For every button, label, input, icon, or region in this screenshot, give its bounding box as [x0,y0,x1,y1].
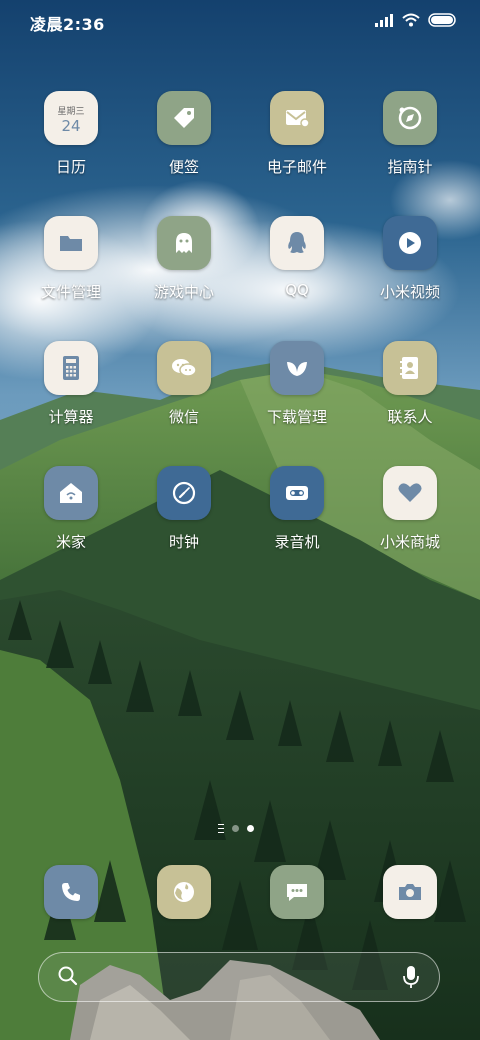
app-mi-store[interactable]: 小米商城 [360,466,460,552]
phone-icon [62,883,80,901]
qq-penguin-icon [288,232,306,253]
microphone-icon[interactable] [401,964,421,990]
ghost-icon [176,233,192,253]
wechat-icon [172,359,197,377]
page-dot-1 [232,825,239,832]
app-label: 便签 [168,158,199,176]
leaf-icon [287,362,307,376]
heart-icon [398,483,422,502]
message-icon [287,884,307,901]
cassette-icon [286,486,308,500]
globe-icon [174,882,194,902]
compass-icon [398,106,422,130]
app-label: 时钟 [168,533,199,551]
app-label: 游戏中心 [153,283,214,301]
app-compass[interactable]: 指南针 [360,91,460,177]
app-game-center[interactable]: 游戏中心 [134,216,234,302]
menu-lines-icon [218,824,224,833]
battery-icon [428,13,456,27]
clock-icon [172,481,196,505]
app-downloads[interactable]: 下载管理 [247,341,347,427]
tag-icon [174,108,194,128]
calendar-date: 24 [61,116,81,135]
app-qq[interactable]: QQ [247,216,347,299]
app-mi-home[interactable]: 米家 [21,466,121,552]
app-label: 日历 [55,158,86,176]
app-mi-video[interactable]: 小米视频 [360,216,460,302]
app-label: QQ [285,281,309,299]
app-wechat[interactable]: 微信 [134,341,234,427]
calculator-icon [63,356,79,380]
status-time: 凌晨2:36 [30,15,105,34]
dock-camera[interactable] [383,865,437,919]
app-label: 电子邮件 [266,158,327,176]
signal-icon [375,14,393,27]
camera-icon [399,884,421,900]
page-indicator[interactable] [218,824,254,833]
app-label: 小米视频 [379,283,440,301]
app-notes[interactable]: 便签 [134,91,234,177]
page-dot-2-active [247,825,254,832]
app-contacts[interactable]: 联系人 [360,341,460,427]
app-email[interactable]: 电子邮件 [247,91,347,177]
calendar-weekday: 星期三 [57,106,85,117]
app-label: 微信 [168,408,199,426]
app-label: 小米商城 [379,533,440,551]
app-recorder[interactable]: 录音机 [247,466,347,552]
folder-icon [60,236,82,251]
status-bar: 凌晨2:36 [0,0,480,44]
mail-icon [286,110,310,128]
contacts-icon [400,357,418,379]
dock-phone[interactable] [44,865,98,919]
app-label: 下载管理 [266,408,327,426]
app-calculator[interactable]: 计算器 [21,341,121,427]
app-label: 米家 [55,533,86,551]
app-clock[interactable]: 时钟 [134,466,234,552]
app-file-manager[interactable]: 文件管理 [21,216,121,302]
app-label: 计算器 [48,408,94,426]
dock-browser[interactable] [157,865,211,919]
search-bar[interactable] [38,952,440,1002]
play-icon [399,232,421,254]
app-calendar[interactable]: 星期三 24 日历 [21,91,121,177]
calendar-icon: 星期三 24 [44,91,98,145]
dock-messages[interactable] [270,865,324,919]
app-label: 联系人 [387,408,433,426]
app-label: 录音机 [274,533,320,551]
smart-home-icon [60,483,82,503]
wifi-icon [402,13,420,27]
app-label: 文件管理 [40,283,101,301]
search-icon [58,966,78,986]
app-label: 指南针 [387,158,433,176]
